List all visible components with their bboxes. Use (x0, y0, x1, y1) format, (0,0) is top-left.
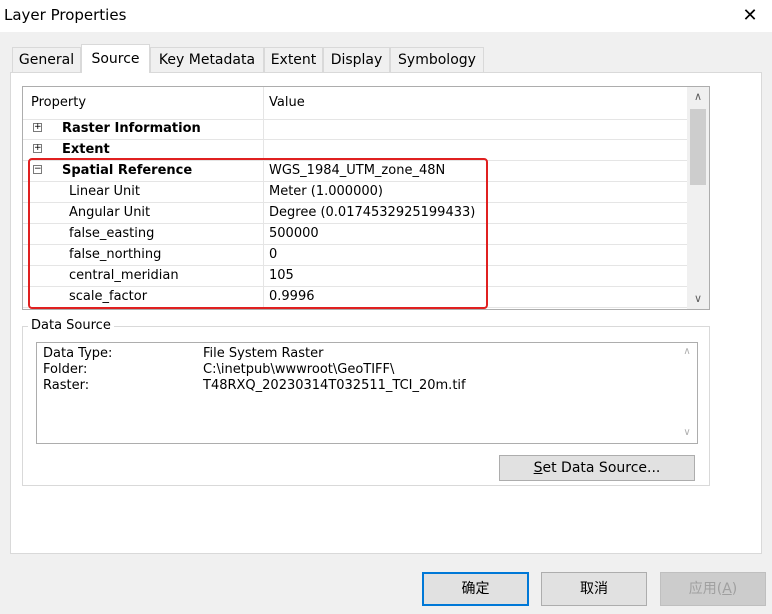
apply-mnemonic: A (722, 581, 732, 597)
data-source-label: Data Source (28, 318, 114, 333)
grid-row-false-northing[interactable]: false_northing 0 (23, 245, 687, 266)
property-name: false_easting (69, 226, 155, 241)
property-value: 500000 (269, 226, 319, 241)
data-type-key: Data Type: (43, 346, 113, 361)
set-data-source-label: et Data Source... (542, 460, 661, 476)
expand-icon[interactable]: + (33, 144, 42, 153)
scroll-down-icon[interactable]: ∨ (677, 427, 697, 438)
data-source-scrollbar[interactable]: ∧ ∨ (677, 343, 697, 443)
raster-key: Raster: (43, 378, 90, 393)
apply-label-prefix: 应用( (688, 581, 723, 597)
collapse-icon[interactable]: − (33, 165, 42, 174)
expand-icon[interactable]: + (33, 123, 42, 132)
column-divider (263, 224, 264, 245)
cancel-button[interactable]: 取消 (541, 572, 647, 606)
property-value: WGS_1984_UTM_zone_48N (269, 163, 446, 178)
tab-symbology[interactable]: Symbology (390, 47, 484, 72)
scroll-down-icon[interactable]: ∨ (687, 289, 709, 309)
grid-row-linear-unit[interactable]: Linear Unit Meter (1.000000) (23, 182, 687, 203)
grid-row-angular-unit[interactable]: Angular Unit Degree (0.0174532925199433) (23, 203, 687, 224)
column-divider (263, 119, 264, 140)
apply-button[interactable]: 应用(A) (660, 572, 766, 606)
property-value: Degree (0.0174532925199433) (269, 205, 476, 220)
column-divider (263, 287, 264, 308)
scroll-up-icon[interactable]: ∧ (687, 87, 709, 107)
scrollbar-thumb[interactable] (690, 109, 706, 185)
property-name: scale_factor (69, 289, 148, 304)
tab-extent[interactable]: Extent (264, 47, 323, 72)
grid-row-central-meridian[interactable]: central_meridian 105 (23, 266, 687, 287)
set-data-source-mnemonic: S (533, 460, 543, 476)
data-source-text-box[interactable]: Data Type: File System Raster Folder: C:… (36, 342, 698, 444)
window-title: Layer Properties (4, 6, 127, 24)
property-name: false_northing (69, 247, 162, 262)
tab-key-metadata[interactable]: Key Metadata (150, 47, 264, 72)
property-name: Spatial Reference (62, 163, 193, 178)
title-bar: Layer Properties ✕ (0, 0, 772, 32)
property-value: 0.9996 (269, 289, 315, 304)
column-divider (263, 245, 264, 266)
grid-header: Property Value (23, 87, 687, 120)
set-data-source-button[interactable]: Set Data Source... (499, 455, 695, 481)
apply-label-suffix: ) (731, 581, 738, 597)
grid-row-extent[interactable]: + Extent (23, 140, 687, 161)
property-name: Linear Unit (69, 184, 140, 199)
raster-value: T48RXQ_20230314T032511_TCI_20m.tif (203, 378, 466, 393)
tab-display[interactable]: Display (323, 47, 390, 72)
grid-vertical-scrollbar[interactable]: ∧ ∨ (687, 87, 709, 309)
column-divider (263, 266, 264, 287)
property-name: Extent (62, 142, 110, 157)
header-property[interactable]: Property (31, 95, 86, 110)
tab-general[interactable]: General (12, 47, 81, 72)
tab-source[interactable]: Source (81, 44, 150, 73)
grid-row-spatial-reference[interactable]: − Spatial Reference WGS_1984_UTM_zone_48… (23, 161, 687, 182)
scroll-up-icon[interactable]: ∧ (677, 346, 697, 357)
grid-row-false-easting[interactable]: false_easting 500000 (23, 224, 687, 245)
grid-row-scale-factor[interactable]: scale_factor 0.9996 (23, 287, 687, 308)
folder-value: C:\inetpub\wwwroot\GeoTIFF\ (203, 362, 395, 377)
folder-key: Folder: (43, 362, 88, 377)
property-name: Raster Information (62, 121, 201, 136)
column-divider (263, 182, 264, 203)
property-value: 105 (269, 268, 294, 283)
column-divider (263, 161, 264, 182)
property-name: Angular Unit (69, 205, 151, 220)
property-name: central_meridian (69, 268, 179, 283)
property-value: 0 (269, 247, 278, 262)
column-divider (263, 203, 264, 224)
header-value[interactable]: Value (269, 95, 305, 110)
ok-button[interactable]: 确定 (422, 572, 529, 606)
column-divider (263, 140, 264, 161)
property-value: Meter (1.000000) (269, 184, 383, 199)
close-icon[interactable]: ✕ (736, 2, 764, 30)
header-divider[interactable] (263, 87, 264, 119)
property-grid[interactable]: Property Value + Raster Information + Ex… (22, 86, 710, 310)
grid-row-raster-information[interactable]: + Raster Information (23, 119, 687, 140)
data-type-value: File System Raster (203, 346, 324, 361)
